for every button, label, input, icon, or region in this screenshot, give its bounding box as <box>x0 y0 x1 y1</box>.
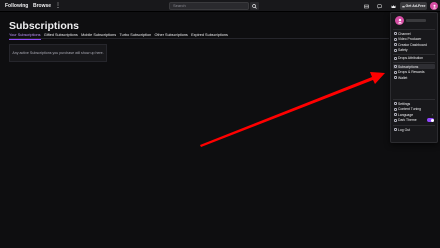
nav-following[interactable]: Following <box>5 3 28 9</box>
chevron-right-icon: › <box>431 112 433 117</box>
crown-icon[interactable] <box>389 2 397 10</box>
menu-item-label: Content Tuning <box>398 107 421 112</box>
top-nav: Following Browse ⋮ Search Get Ad-Free <box>0 0 440 12</box>
get-ad-free-label: Get Ad-Free <box>405 4 426 8</box>
tuning-icon <box>393 107 397 111</box>
nav-browse[interactable]: Browse <box>33 3 51 9</box>
logout-icon <box>393 128 397 131</box>
menu-item-label: Drops & Rewards <box>398 70 425 75</box>
video-producer-icon <box>393 37 397 41</box>
menu-username-placeholder <box>406 19 426 22</box>
safety-icon <box>393 48 397 52</box>
moon-icon <box>393 118 397 122</box>
menu-divider <box>393 125 435 126</box>
get-ad-free-button[interactable]: Get Ad-Free <box>400 2 427 10</box>
tabs-divider <box>9 38 389 39</box>
attribution-icon <box>393 56 397 60</box>
more-icon[interactable]: ⋮ <box>55 2 61 9</box>
subscriptions-icon <box>393 65 397 68</box>
menu-item-label: Channel <box>398 31 411 36</box>
menu-divider <box>393 29 435 30</box>
menu-item-safety[interactable]: Safety <box>393 48 435 53</box>
menu-item-wallet[interactable]: Wallet <box>393 75 435 80</box>
inbox-icon[interactable] <box>362 2 370 10</box>
search-button[interactable] <box>250 2 259 10</box>
menu-item-label: Subscriptions <box>398 64 419 69</box>
user-icon <box>397 18 402 23</box>
menu-item-label: Log Out <box>398 127 411 132</box>
menu-avatar <box>395 16 404 25</box>
drops-icon <box>393 70 397 74</box>
whispers-icon[interactable] <box>375 2 383 10</box>
menu-item-label: Dark Theme <box>398 118 417 123</box>
menu-item-label: Safety <box>398 48 408 53</box>
menu-item-drops-attribution[interactable]: Drops Attribution <box>393 56 435 61</box>
menu-item-label: Video Producer <box>398 37 422 42</box>
menu-item-label: Settings <box>398 101 411 106</box>
channel-icon <box>393 32 397 35</box>
search-input[interactable]: Search <box>169 2 249 10</box>
menu-item-label: Creator Dashboard <box>398 42 427 47</box>
menu-item-label: Drops Attribution <box>398 56 424 61</box>
menu-item-log-out[interactable]: Log Out <box>393 127 435 132</box>
gear-icon <box>393 102 397 105</box>
wallet-icon <box>393 76 397 79</box>
globe-icon <box>393 113 397 116</box>
menu-item-label: Language <box>398 112 414 117</box>
dashboard-icon <box>393 43 397 46</box>
menu-divider <box>393 62 435 63</box>
dark-theme-toggle[interactable] <box>427 118 434 122</box>
crown-icon <box>401 5 405 7</box>
avatar[interactable] <box>430 2 438 10</box>
empty-subscriptions-message: Any active Subscriptions you purchase wi… <box>9 44 107 62</box>
user-icon <box>432 4 436 8</box>
menu-header[interactable] <box>391 13 437 29</box>
menu-item-dark-theme[interactable]: Dark Theme <box>393 118 435 123</box>
menu-divider <box>393 99 435 100</box>
toggle-knob <box>430 118 434 122</box>
page-title: Subscriptions <box>9 20 80 32</box>
search-icon <box>252 3 257 9</box>
user-menu: Channel Video Producer Creator Dashboard… <box>390 12 438 143</box>
menu-item-label: Wallet <box>398 75 408 80</box>
